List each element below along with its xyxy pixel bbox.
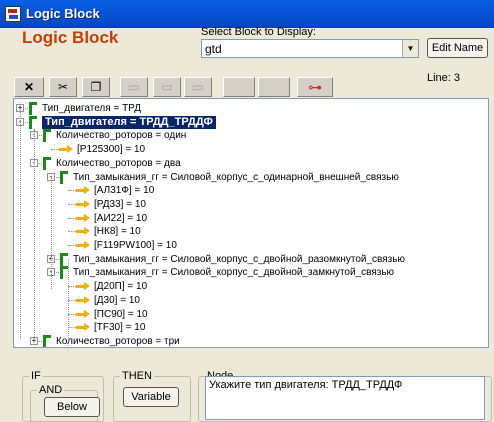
tree-connector	[51, 149, 59, 151]
page-title: Logic Block	[22, 28, 119, 47]
tree-connector	[68, 203, 76, 205]
logic-block-app-icon[interactable]	[5, 6, 21, 22]
tree-node-label: [TF30] = 10	[94, 322, 146, 334]
tree-node-label: Тип_замыкания_гг = Силовой_корпус_с_двой…	[73, 267, 395, 279]
condition-bracket-icon	[59, 266, 68, 280]
select-block-value: gtd	[205, 42, 222, 56]
tree-condition-node[interactable]: + Тип_двигателя = ТРД	[14, 102, 484, 115]
tree-view-button[interactable]: ⊶	[297, 77, 333, 97]
paste-1-button[interactable]: ▭	[120, 77, 148, 97]
tree-action-node[interactable]: [F119PW100] = 10	[14, 239, 484, 252]
action-arrow-icon	[76, 184, 90, 197]
tree-connector	[68, 231, 76, 233]
tree-condition-node[interactable]: - Тип_замыкания_гг = Силовой_корпус_с_оди…	[14, 170, 484, 184]
action-arrow-icon	[59, 143, 73, 156]
tree-condition-node[interactable]: - Тип_двигателя = ТРДД_ТРДДФ	[14, 115, 484, 129]
bottom-panel: IF AND Below THEN Variable Node Укажите …	[0, 350, 494, 422]
tree-node-label: Количество_роторов = три	[56, 335, 180, 347]
tree-connector	[68, 286, 76, 288]
tree-action-node[interactable]: [НК8] = 10	[14, 225, 484, 238]
condition-bracket-icon	[42, 334, 51, 347]
tree-node-label: [F119PW100] = 10	[94, 240, 177, 251]
tree-connector	[68, 190, 76, 192]
tree-connector	[68, 313, 76, 315]
tree-connector	[68, 245, 76, 246]
toolbar: ✕ ✂ ❐ ▭ ▭ ▭ ⊶	[0, 74, 494, 98]
tree-connector	[68, 299, 76, 301]
tree-node-label: Тип_двигателя = ТРДД_ТРДДФ	[42, 115, 216, 129]
action-arrow-icon	[76, 212, 90, 225]
then-group-label: THEN	[120, 370, 154, 382]
delete-button[interactable]: ✕	[14, 77, 44, 97]
tree-connector	[68, 327, 76, 329]
tree-node-label: [Д20П] = 10	[94, 281, 148, 293]
tree-node-label: Количество_роторов = один	[56, 130, 187, 142]
action-arrow-icon	[76, 198, 90, 211]
tree-action-node[interactable]: [TF30] = 10	[14, 321, 484, 334]
tree-node-label: Тип_замыкания_гг = Силовой_корпус_с_двой…	[73, 253, 405, 265]
tree-action-node[interactable]: [Д30] = 10	[14, 294, 484, 307]
tree-node-label: [ПС90] = 10	[94, 308, 148, 320]
condition-bracket-icon	[28, 115, 37, 129]
paste-2-button[interactable]: ▭	[153, 77, 181, 97]
condition-bracket-icon	[59, 170, 68, 184]
tree-action-node[interactable]: [P125300] = 10	[14, 143, 484, 156]
action-arrow-icon	[76, 321, 90, 334]
condition-bracket-icon	[42, 129, 51, 143]
tree-condition-node[interactable]: + Тип_замыкания_гг = Силовой_корпус_с_дво…	[14, 252, 484, 266]
condition-bracket-icon	[42, 156, 51, 170]
action-arrow-icon	[76, 280, 90, 293]
action-arrow-icon	[76, 225, 90, 238]
edit-name-button[interactable]: Edit Name	[427, 38, 488, 58]
paste-3-button[interactable]: ▭	[184, 77, 212, 97]
tree-node-label: Тип_двигателя = ТРД	[42, 103, 141, 114]
tree-condition-node[interactable]: + Количество_роторов = три	[14, 334, 484, 347]
below-button[interactable]: Below	[44, 397, 100, 417]
blank-1-button[interactable]	[223, 77, 255, 97]
tree-guide-line	[20, 102, 21, 339]
tree-node-label: [P125300] = 10	[77, 144, 146, 156]
cut-button[interactable]: ✂	[49, 77, 77, 97]
title-bar: Logic Block	[0, 0, 494, 28]
logic-tree[interactable]: + Тип_двигателя = ТРД - Тип_двигателя = ТРД…	[13, 98, 489, 348]
chevron-down-icon[interactable]: ▼	[402, 40, 418, 57]
if-group-label: IF	[29, 370, 43, 382]
tree-node-label: [РД33] = 10	[94, 198, 146, 210]
select-block-label: Select Block to Display:	[201, 26, 316, 38]
copy-button[interactable]: ❐	[82, 77, 110, 97]
node-text-field[interactable]: Укажите тип двигателя: ТРДД_ТРДДФ	[205, 376, 485, 420]
tree-action-node[interactable]: [РД33] = 10	[14, 198, 484, 211]
line-status: Line: 3	[427, 72, 461, 84]
tree-guide-line	[68, 259, 69, 347]
tree-guide-line	[34, 129, 35, 339]
tree-node-label: Количество_роторов = два	[56, 157, 181, 169]
tree-action-node[interactable]: [Д20П] = 10	[14, 280, 484, 293]
tree-action-node[interactable]: [АИ22] = 10	[14, 212, 484, 225]
and-group-label: AND	[37, 384, 65, 396]
tree-node-label: [НК8] = 10	[94, 226, 141, 238]
tree-condition-node[interactable]: - Количество_роторов = один	[14, 129, 484, 143]
condition-bracket-icon	[28, 102, 37, 115]
tree-node-label: [АЛ31Ф] = 10	[94, 185, 155, 197]
condition-bracket-icon	[59, 252, 68, 266]
action-arrow-icon	[76, 294, 90, 307]
action-arrow-icon	[76, 239, 90, 252]
action-arrow-icon	[76, 308, 90, 321]
tree-node-label: Тип_замыкания_гг = Силовой_корпус_с_один…	[73, 171, 399, 183]
window-title: Logic Block	[26, 6, 100, 21]
tree-action-node[interactable]: [ПС90] = 10	[14, 308, 484, 321]
tree-action-node[interactable]: [АЛ31Ф] = 10	[14, 184, 484, 197]
variable-button[interactable]: Variable	[123, 387, 179, 407]
tree-guide-line	[51, 177, 52, 289]
header: Logic Block Select Block to Display: gtd…	[0, 26, 494, 74]
tree-condition-node[interactable]: - Тип_замыкания_гг = Силовой_корпус_с_дво…	[14, 266, 484, 280]
tree-condition-node[interactable]: - Количество_роторов = два	[14, 156, 484, 170]
tree-node-label: [АИ22] = 10	[94, 212, 148, 224]
tree-node-label: [Д30] = 10	[94, 294, 140, 306]
tree-connector	[68, 217, 76, 219]
select-block-dropdown[interactable]: gtd ▼	[201, 39, 419, 58]
blank-2-button[interactable]	[258, 77, 290, 97]
